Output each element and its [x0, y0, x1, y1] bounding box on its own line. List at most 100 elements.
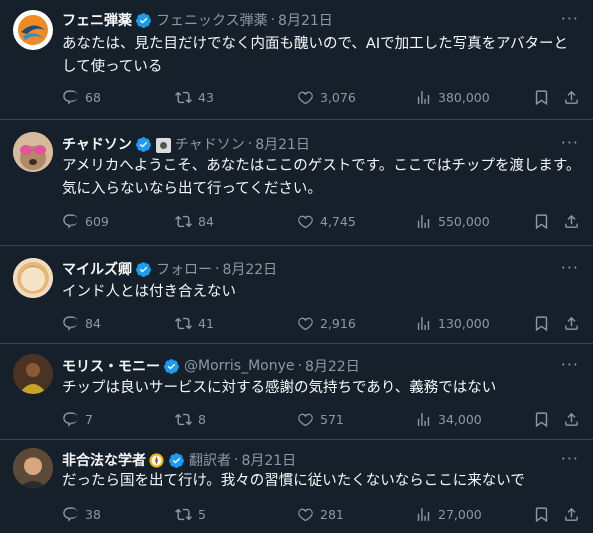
heart-icon — [298, 413, 313, 427]
reply-count: 68 — [85, 90, 101, 105]
more-options-button[interactable]: ··· — [561, 133, 579, 152]
like-button[interactable]: 2,916 — [297, 315, 356, 332]
tweet-text: あなたは、見た目だけでなく内面も醜いので、AIで加工した写真をアバターとして使っ… — [62, 36, 569, 75]
action-bar: 609 84 4,745 550,000 — [62, 213, 580, 233]
avatar[interactable] — [13, 354, 53, 394]
share-icon — [565, 90, 578, 104]
tweet[interactable]: マイルズ卿 フォロー · 8月22日 ··· インド人とは付き合えない 84 4… — [0, 246, 593, 344]
like-button[interactable]: 281 — [297, 506, 344, 523]
retweet-button[interactable]: 5 — [175, 506, 206, 523]
reply-button[interactable]: 7 — [62, 411, 93, 428]
person-photo-icon — [13, 354, 53, 394]
retweet-count: 5 — [198, 507, 206, 522]
share-button[interactable] — [563, 411, 586, 428]
separator: · — [297, 358, 302, 374]
separator: · — [247, 136, 253, 152]
display-name[interactable]: フェニ弾薬 — [62, 10, 132, 30]
share-button[interactable] — [563, 506, 586, 523]
like-button[interactable]: 3,076 — [297, 89, 356, 106]
more-options-button[interactable]: ··· — [561, 449, 579, 468]
handle[interactable]: フェニックス弾薬 — [156, 10, 268, 30]
views-button[interactable]: 130,000 — [415, 315, 490, 332]
reply-button[interactable]: 84 — [62, 315, 101, 332]
view-count: 550,000 — [438, 214, 490, 229]
timestamp[interactable]: 8月22日 — [305, 356, 360, 376]
action-bar: 68 43 3,076 380,000 — [62, 89, 580, 109]
like-count: 3,076 — [320, 90, 356, 105]
share-button[interactable] — [563, 315, 586, 332]
reply-count: 609 — [85, 214, 109, 229]
reply-button[interactable]: 38 — [62, 506, 101, 523]
more-options-button[interactable]: ··· — [561, 9, 579, 28]
timestamp[interactable]: 8月21日 — [241, 450, 296, 470]
analytics-icon — [417, 508, 430, 521]
tweet-text: インド人とは付き合えない — [62, 284, 236, 300]
retweet-icon — [175, 413, 192, 426]
tweet[interactable]: フェニ弾薬 フェニックス弾薬 · 8月21日 ··· あなたは、見た目だけでなく… — [0, 0, 593, 120]
tweet[interactable]: モリス・モニー @Morris_Monye · 8月22日 ··· チップは良い… — [0, 344, 593, 440]
like-button[interactable]: 4,745 — [297, 213, 356, 230]
heart-icon — [298, 215, 313, 229]
retweet-button[interactable]: 8 — [175, 411, 206, 428]
retweet-button[interactable]: 84 — [175, 213, 214, 230]
handle[interactable]: @Morris_Monye — [184, 358, 295, 374]
view-count: 34,000 — [438, 412, 482, 427]
retweet-count: 8 — [198, 412, 206, 427]
display-name[interactable]: 非合法な学者 — [62, 450, 146, 470]
more-options-button[interactable]: ··· — [561, 355, 579, 374]
reply-button[interactable]: 609 — [62, 213, 109, 230]
more-options-button[interactable]: ··· — [561, 258, 579, 277]
avatar[interactable] — [13, 132, 53, 172]
retweet-icon — [175, 215, 192, 228]
display-name[interactable]: チャドソン — [62, 134, 132, 154]
reply-count: 84 — [85, 316, 101, 331]
verified-badge-icon — [164, 358, 179, 374]
like-button[interactable]: 571 — [297, 411, 344, 428]
handle[interactable]: 翻訳者 — [189, 450, 231, 470]
separator: · — [234, 452, 239, 468]
timestamp[interactable]: 8月21日 — [255, 134, 310, 154]
verified-badge-icon — [169, 452, 184, 468]
retweet-button[interactable]: 43 — [175, 89, 214, 106]
retweet-button[interactable]: 41 — [175, 315, 214, 332]
tweet-header: モリス・モニー @Morris_Monye · 8月22日 — [62, 356, 360, 376]
heart-icon — [298, 91, 313, 105]
display-name[interactable]: マイルズ卿 — [62, 259, 132, 279]
share-icon — [565, 507, 578, 521]
share-button[interactable] — [563, 89, 586, 106]
timestamp[interactable]: 8月22日 — [222, 259, 277, 279]
reply-icon — [63, 90, 78, 105]
tweet-text: だったら国を出て行け。我々の習慣に従いたくないならここに来ないで — [62, 473, 525, 489]
avatar[interactable] — [13, 258, 53, 298]
retweet-count: 43 — [198, 90, 214, 105]
bookmark-button[interactable] — [533, 89, 556, 106]
views-button[interactable]: 550,000 — [415, 213, 490, 230]
views-button[interactable]: 27,000 — [415, 506, 482, 523]
timestamp[interactable]: 8月21日 — [278, 10, 333, 30]
avatar[interactable] — [13, 448, 53, 488]
handle[interactable]: フォロー — [156, 259, 212, 279]
bookmark-button[interactable] — [533, 411, 556, 428]
views-button[interactable]: 34,000 — [415, 411, 482, 428]
like-count: 281 — [320, 507, 344, 522]
affiliate-badge-icon — [155, 137, 171, 153]
tweet-header: チャドソン チャドソン · 8月21日 — [62, 134, 310, 154]
avatar[interactable] — [13, 10, 53, 50]
reply-button[interactable]: 68 — [62, 89, 101, 106]
views-button[interactable]: 380,000 — [415, 89, 490, 106]
bookmark-button[interactable] — [533, 315, 556, 332]
action-bar: 7 8 571 34,000 — [62, 411, 580, 431]
retweet-icon — [175, 91, 192, 104]
bookmark-button[interactable] — [533, 213, 556, 230]
display-name[interactable]: モリス・モニー — [62, 356, 160, 376]
like-count: 4,745 — [320, 214, 356, 229]
bookmark-icon — [535, 90, 548, 106]
heart-icon — [298, 508, 313, 522]
like-count: 571 — [320, 412, 344, 427]
share-button[interactable] — [563, 213, 586, 230]
view-count: 380,000 — [438, 90, 490, 105]
bookmark-button[interactable] — [533, 506, 556, 523]
tweet[interactable]: チャドソン チャドソン · 8月21日 ··· アメリカへようこそ、あなたはここ… — [0, 120, 593, 246]
tweet[interactable]: 非合法な学者 翻訳者 · 8月21日 ··· だったら国を出て行け。我々の習慣に… — [0, 440, 593, 533]
handle[interactable]: チャドソン — [175, 134, 245, 154]
